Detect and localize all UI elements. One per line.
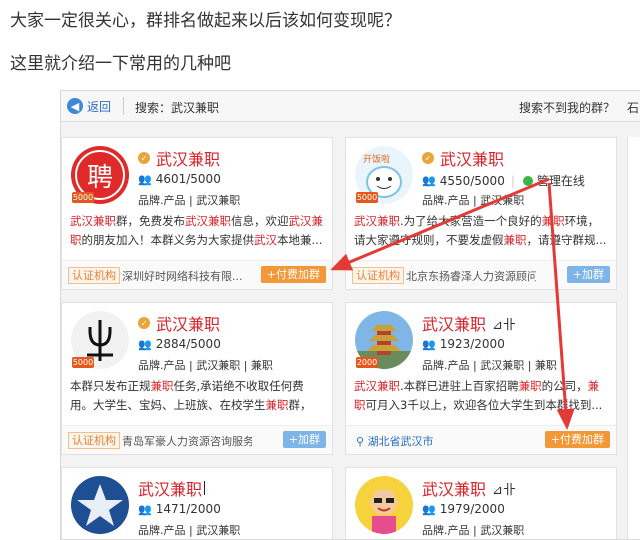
intro-line-2: 这里就介绍一下常用的几种吧: [10, 54, 231, 74]
annotation-arrows: [330, 177, 575, 430]
intro-line-1: 大家一定很关心，群排名做起来以后该如何变现呢？: [10, 11, 401, 31]
arrow-to-card4-join: [547, 182, 575, 430]
screenshot-panel: ◀ 返回 搜索：武汉兼职 搜索不到我的群？ 石 聘 5000 ✓ 武汉兼职 👥 4…: [60, 90, 640, 540]
arrow-to-card1-join: [330, 177, 550, 271]
